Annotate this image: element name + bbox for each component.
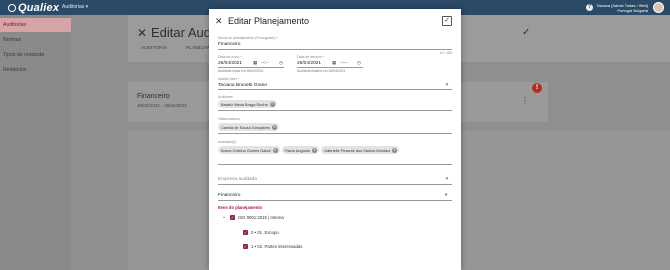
help-icon[interactable]: ? <box>586 4 593 11</box>
name-field-label: Nome do planejamento (Portuguese) * <box>218 36 278 40</box>
clock-icon[interactable]: ◷ <box>279 60 283 66</box>
start-date-underline <box>218 67 284 68</box>
auditors-label: Auditores <box>218 95 233 99</box>
auditor-chip[interactable]: Beatriz Maria Braga Rocha ✕ <box>218 100 277 108</box>
chip-remove-icon[interactable]: ✕ <box>272 124 278 130</box>
end-time-field[interactable]: --:-- <box>340 61 348 66</box>
clear-icon[interactable]: ✕ <box>445 82 449 88</box>
tab-auditoria[interactable]: AUDITORIA <box>141 46 167 51</box>
end-date-underline <box>297 67 363 68</box>
chip-label: Camila de Souza Gonçalves <box>221 124 271 130</box>
area-underline <box>218 200 452 201</box>
leader-field[interactable]: Taciana Brunetti Grano <box>218 83 267 88</box>
observers-underline <box>218 133 452 134</box>
checkbox-escopo[interactable]: ✓ <box>243 230 248 235</box>
audited-underline <box>218 164 452 165</box>
audited-label: Auditado(s) <box>218 140 236 144</box>
chip-label: Flavio Augusto <box>284 147 311 153</box>
chip-label: Gabrielle Pessute dos Santos Montani <box>324 147 391 153</box>
user-company: Portugal Bulgaria <box>617 8 648 13</box>
start-date-field[interactable]: 26/04/2021 <box>218 61 242 66</box>
name-field-underline <box>218 49 452 50</box>
start-date-hint: Auditoria inicia em 26/04/2021 <box>218 69 264 73</box>
sidebar-item-tipos-de-resposta[interactable]: Tipos de resposta <box>0 48 71 62</box>
chip-label: Beatriz Maria Braga Rocha <box>221 101 268 107</box>
audited-chip[interactable]: Flavio Augusto ✕ <box>281 146 320 154</box>
checkbox-partes-interessadas[interactable]: ✓ <box>243 244 248 249</box>
observer-chip[interactable]: Camila de Souza Gonçalves ✕ <box>218 123 280 131</box>
observers-field[interactable]: Camila de Souza Gonçalves ✕ <box>218 123 280 131</box>
audited-field[interactable]: Bruna Cristina Gomes Dabul ✕ Flavio Augus… <box>218 146 400 154</box>
alert-icon[interactable]: ! <box>532 83 542 93</box>
calendar-icon[interactable]: ▦ <box>332 60 336 66</box>
logo-text: Qualiex <box>18 2 60 14</box>
company-underline <box>218 184 452 185</box>
company-field[interactable]: Empresa auditada <box>218 177 257 182</box>
chip-label: Bruna Cristina Gomes Dabul <box>221 147 271 153</box>
area-select[interactable]: Financeiro <box>218 193 240 198</box>
sidebar-item-auditorias[interactable]: Auditorias <box>0 18 71 32</box>
audited-chip[interactable]: Bruna Cristina Gomes Dabul ✕ <box>218 146 280 154</box>
start-date-label: Data de início * <box>218 55 242 59</box>
sidebar: Auditorias Normas Tipos de resposta Rela… <box>0 15 71 270</box>
more-options-icon[interactable]: ⋮ <box>521 96 529 105</box>
end-date-field[interactable]: 26/04/2021 <box>297 61 321 66</box>
auditors-underline <box>218 110 452 111</box>
plan-card-dates: 26/04/2021 - 26/04/2021 <box>137 103 188 108</box>
tree-item-label: 0 • 01. Escopo <box>251 230 279 235</box>
leader-underline <box>218 89 452 90</box>
chip-remove-icon[interactable]: ✕ <box>312 147 318 153</box>
user-info[interactable]: Taciana [Admin Todas / Web] Portugal Bul… <box>596 3 648 13</box>
chevron-down-icon[interactable]: ▾ <box>445 192 447 198</box>
logo-icon <box>8 4 16 12</box>
name-char-counter: 10 / 150 <box>439 51 452 55</box>
page-close-icon[interactable]: ✕ <box>137 26 147 40</box>
start-time-field[interactable]: --:-- <box>261 61 269 66</box>
items-section-title: Itens do planejamento <box>218 205 263 210</box>
save-check-icon[interactable]: ✓ <box>442 16 452 26</box>
plan-card-title: Financeiro <box>137 93 170 100</box>
page-save-icon[interactable]: ✓ <box>522 27 530 38</box>
tree-item-label: 1 • 02. Partes interessadas <box>251 244 303 249</box>
checkbox-iso[interactable]: ✓ <box>230 215 235 220</box>
tree-item-label: ISO 9001:2015 | Interna <box>238 215 284 220</box>
observers-label: Observadores <box>218 117 240 121</box>
chip-remove-icon[interactable]: ✕ <box>392 147 398 153</box>
calendar-icon[interactable]: ▦ <box>253 60 257 66</box>
sidebar-item-normas[interactable]: Normas <box>0 33 71 47</box>
chip-remove-icon[interactable]: ✕ <box>272 147 278 153</box>
tab-planejamento[interactable]: PLANEJAM <box>186 46 211 51</box>
edit-planning-dialog: ✕ Editar Planejamento ✓ Nome do planejam… <box>209 9 461 270</box>
audited-chip[interactable]: Gabrielle Pessute dos Santos Montani ✕ <box>321 146 400 154</box>
sidebar-item-relatorios[interactable]: Relatórios <box>0 63 71 77</box>
chevron-down-icon[interactable]: ⌄ <box>222 214 226 220</box>
clear-icon[interactable]: ✕ <box>445 176 449 182</box>
auditors-field[interactable]: Beatriz Maria Braga Rocha ✕ <box>218 100 277 108</box>
end-date-hint: Auditoria finaliza em 26/04/2021 <box>297 69 346 73</box>
clock-icon[interactable]: ◷ <box>357 60 361 66</box>
chip-remove-icon[interactable]: ✕ <box>269 101 275 107</box>
end-date-label: Data de término * <box>297 55 325 59</box>
avatar[interactable] <box>653 2 664 13</box>
name-field[interactable]: Financeiro <box>218 42 240 47</box>
module-selector[interactable]: Auditorias ▾ <box>62 4 88 10</box>
app-logo[interactable]: Qualiex <box>8 2 59 14</box>
close-icon[interactable]: ✕ <box>215 16 223 27</box>
dialog-title: Editar Planejamento <box>228 16 310 26</box>
leader-label: Auditor líder * <box>218 77 240 81</box>
